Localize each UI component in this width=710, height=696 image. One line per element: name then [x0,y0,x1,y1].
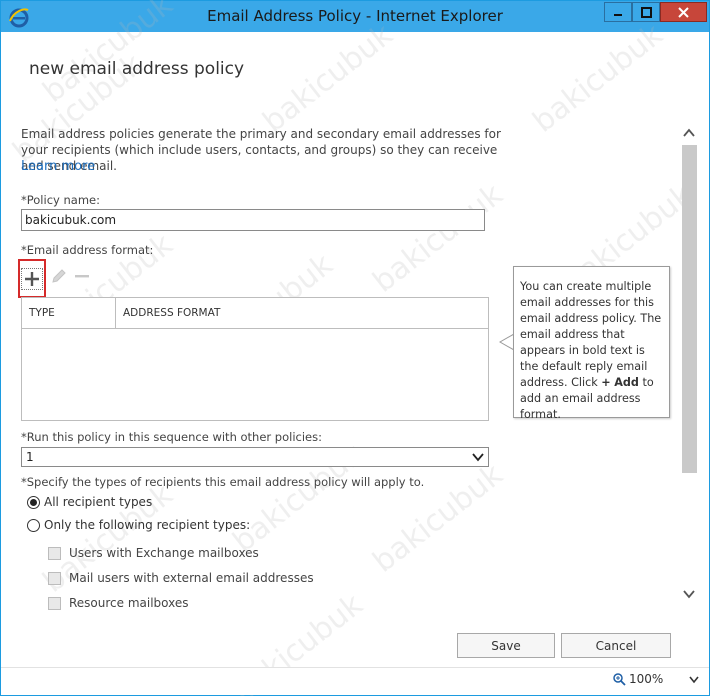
minimize-icon [614,14,622,16]
learn-more-link[interactable]: Learn more [21,159,95,174]
browser-window: Email Address Policy - Internet Explorer… [0,0,710,696]
title-bar: Email Address Policy - Internet Explorer [1,1,709,32]
page-title: new email address policy [29,59,245,79]
chevron-down-icon[interactable] [689,676,699,684]
minus-icon[interactable] [74,267,90,285]
zoom-level: 100% [629,672,664,686]
scrollbar-thumb[interactable] [682,145,697,473]
watermark: bakicubuk [366,177,510,300]
minimize-button[interactable] [604,2,632,22]
column-type[interactable]: TYPE [29,307,55,319]
sequence-dropdown[interactable]: 1 [21,447,489,467]
checkbox[interactable] [48,596,61,610]
policy-name-input[interactable] [21,209,485,231]
recipients-label: *Specify the types of recipients this em… [21,475,425,489]
radio-button[interactable] [27,518,40,532]
sequence-value: 1 [26,450,34,464]
column-address-format[interactable]: ADDRESS FORMAT [123,307,220,319]
status-bar: 100% [1,667,709,695]
window-title: Email Address Policy - Internet Explorer [207,7,503,25]
maximize-button[interactable] [632,2,660,22]
help-tooltip: You can create multiple email addresses … [513,266,670,421]
zoom-icon [613,672,626,686]
email-format-label: *Email address format: [21,243,154,257]
policy-name-label: *Policy name: [21,193,100,207]
sequence-label: *Run this policy in this sequence with o… [21,430,322,444]
radio-all-recipients[interactable]: All recipient types [27,495,152,509]
zoom-control[interactable]: 100% [613,672,663,686]
checkbox-exchange-mailboxes[interactable]: Users with Exchange mailboxes [48,546,259,560]
close-button[interactable] [660,2,707,22]
radio-specific-recipients[interactable]: Only the following recipient types: [27,518,250,532]
checkbox-resource-mailboxes[interactable]: Resource mailboxes [48,596,189,610]
chevron-down-icon [472,453,484,462]
save-button[interactable]: Save [457,633,555,658]
email-format-table[interactable]: TYPE ADDRESS FORMAT [21,297,489,421]
close-icon [678,6,689,18]
checkbox[interactable] [48,571,61,585]
cancel-button[interactable]: Cancel [561,633,671,658]
checkbox[interactable] [48,546,61,560]
add-button[interactable] [18,259,46,298]
radio-button-selected[interactable] [27,495,40,509]
scroll-up-icon[interactable] [681,125,697,141]
checkbox-mail-users[interactable]: Mail users with external email addresses [48,571,314,585]
watermark: bakicubuk [256,17,400,140]
pencil-icon[interactable] [50,267,68,285]
tooltip-arrow [499,334,514,350]
maximize-icon [640,6,652,18]
table-header: TYPE ADDRESS FORMAT [22,298,488,329]
plus-icon [25,271,39,286]
scroll-down-icon[interactable] [681,586,697,602]
watermark: bakicubuk [526,17,670,140]
